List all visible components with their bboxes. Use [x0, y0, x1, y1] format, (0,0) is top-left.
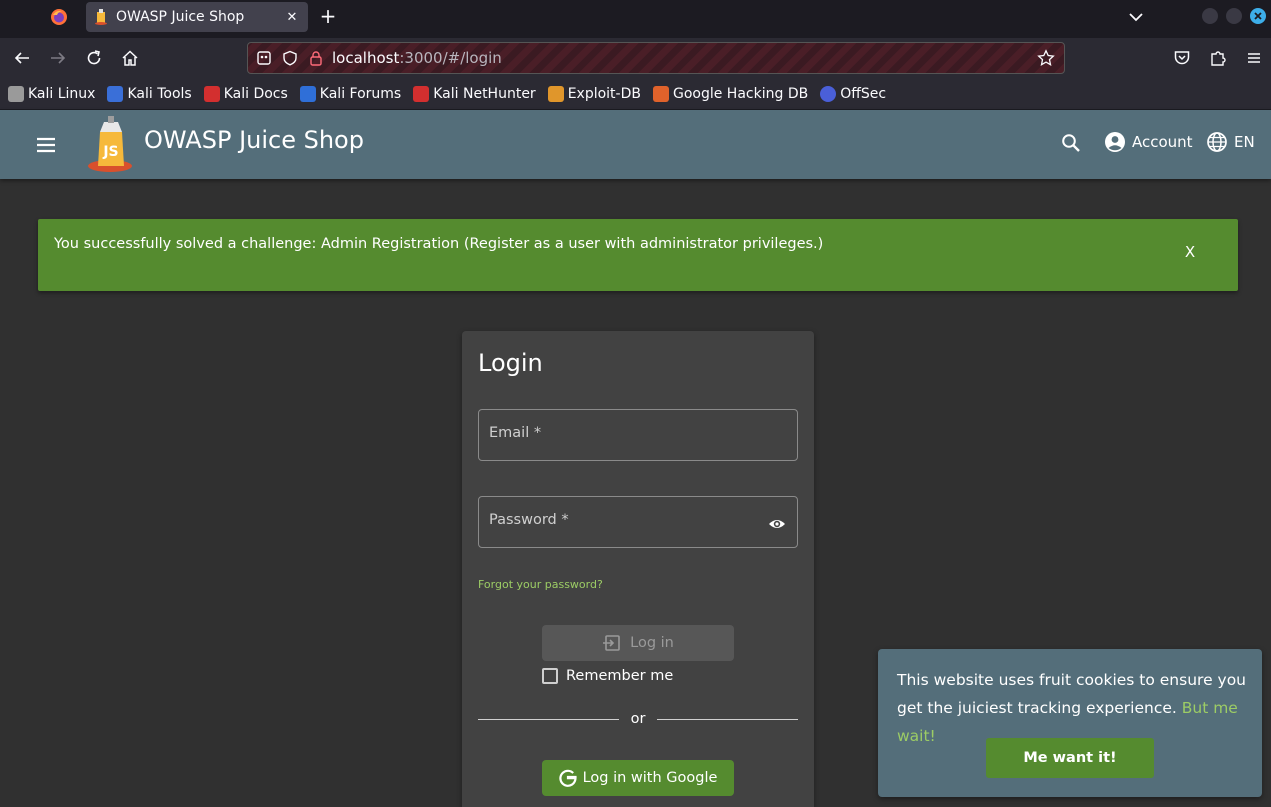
pocket-button[interactable]: [1170, 46, 1194, 70]
divider-text: or: [630, 711, 646, 727]
account-menu-button[interactable]: Account: [1104, 128, 1193, 156]
home-icon: [122, 50, 138, 66]
tab-title: OWASP Juice Shop: [116, 9, 245, 25]
insecure-lock-icon[interactable]: [306, 48, 326, 68]
firefox-icon: [51, 9, 67, 25]
divider-line: [657, 718, 798, 720]
email-label: Email *: [489, 425, 542, 441]
svg-text:JS: JS: [102, 144, 118, 160]
cookie-accept-button[interactable]: Me want it!: [986, 738, 1154, 778]
extensions-button[interactable]: [1206, 46, 1230, 70]
bookmarks-toolbar: Kali Linux Kali Tools Kali Docs Kali For…: [0, 78, 1271, 110]
new-tab-button[interactable]: +: [316, 4, 340, 30]
bookmark-offsec[interactable]: OffSec: [820, 85, 886, 102]
google-login-button[interactable]: Log in with Google: [542, 760, 734, 796]
privacy-mask-icon[interactable]: [254, 48, 274, 68]
login-card: Login Email * Password * Forgot your pas…: [462, 331, 814, 807]
menu-icon: [37, 137, 55, 153]
app-title[interactable]: OWASP Juice Shop: [144, 126, 364, 154]
login-button-label: Log in: [630, 635, 674, 651]
notification-text: You successfully solved a challenge: Adm…: [54, 236, 824, 252]
ghdb-icon: [652, 85, 669, 102]
notification-close-button[interactable]: X: [1178, 243, 1202, 265]
home-button[interactable]: [118, 46, 142, 70]
bookmark-exploit-db[interactable]: Exploit-DB: [547, 85, 641, 102]
page-title: Login: [478, 349, 543, 377]
bookmark-kali-nethunter[interactable]: Kali NetHunter: [413, 85, 536, 102]
bookmark-kali-linux[interactable]: Kali Linux: [8, 85, 95, 102]
puzzle-icon: [1211, 51, 1226, 66]
shield-icon[interactable]: [280, 48, 300, 68]
kali-forums-icon: [299, 85, 316, 102]
kali-nethunter-icon: [413, 85, 430, 102]
kali-tools-icon: [107, 85, 124, 102]
arrow-left-icon: [14, 52, 29, 64]
sidenav-menu-button[interactable]: [30, 130, 62, 160]
password-label: Password *: [489, 512, 569, 528]
forgot-password-link[interactable]: Forgot your password?: [478, 578, 603, 591]
window-minimize-button[interactable]: [1202, 8, 1218, 24]
firefox-view-button[interactable]: [40, 2, 78, 32]
back-button[interactable]: [10, 46, 34, 70]
app-menu-button[interactable]: [1242, 46, 1266, 70]
remember-me-label: Remember me: [566, 668, 674, 684]
exploit-db-icon: [547, 85, 564, 102]
close-icon: [1254, 12, 1262, 20]
window-maximize-button[interactable]: [1226, 8, 1242, 24]
password-field[interactable]: Password *: [478, 496, 798, 548]
browser-navigation-bar: localhost:3000/#/login: [0, 38, 1271, 78]
reload-icon: [87, 50, 101, 65]
search-button[interactable]: [1058, 130, 1084, 156]
bookmark-star-icon[interactable]: [1034, 46, 1058, 70]
offsec-icon: [820, 85, 837, 102]
kali-dragon-icon: [8, 85, 24, 102]
juice-shop-logo-icon: JS: [88, 116, 132, 172]
eye-icon[interactable]: [767, 514, 787, 534]
google-icon: [558, 769, 577, 787]
globe-icon: [1207, 132, 1227, 152]
checkbox-box[interactable]: [542, 668, 558, 684]
account-circle-icon: [1105, 132, 1125, 152]
account-label: Account: [1132, 133, 1193, 151]
cookie-consent-banner: This website uses fruit cookies to ensur…: [878, 649, 1262, 797]
bookmark-google-hacking-db[interactable]: Google Hacking DB: [652, 85, 808, 102]
tab-juice-shop[interactable]: OWASP Juice Shop ✕: [86, 2, 308, 32]
forward-button[interactable]: [46, 46, 70, 70]
google-login-label: Log in with Google: [582, 770, 718, 786]
hamburger-icon: [1248, 53, 1260, 63]
tab-close-icon[interactable]: ✕: [284, 10, 300, 25]
reload-button[interactable]: [82, 46, 106, 70]
language-label: EN: [1234, 133, 1255, 151]
or-divider: or: [478, 709, 798, 729]
juice-shop-logo[interactable]: JS: [86, 116, 138, 174]
language-menu-button[interactable]: EN: [1206, 128, 1255, 156]
login-button[interactable]: Log in: [542, 625, 734, 661]
url-text: localhost:3000/#/login: [332, 49, 502, 67]
browser-tab-strip: OWASP Juice Shop ✕ +: [0, 0, 1271, 38]
email-field[interactable]: Email *: [478, 409, 798, 461]
bookmark-kali-docs[interactable]: Kali Docs: [203, 85, 288, 102]
chevron-down-icon: [1129, 13, 1143, 22]
kali-docs-icon: [203, 85, 220, 102]
list-all-tabs-button[interactable]: [1124, 6, 1148, 28]
arrow-right-icon: [51, 52, 66, 64]
challenge-solved-notification: You successfully solved a challenge: Adm…: [38, 219, 1238, 291]
window-close-button[interactable]: [1250, 8, 1266, 24]
bookmark-kali-tools[interactable]: Kali Tools: [107, 85, 192, 102]
app-toolbar: JS OWASP Juice Shop Account EN: [0, 110, 1271, 179]
remember-me-checkbox[interactable]: Remember me: [542, 668, 673, 684]
juice-shop-favicon: [95, 9, 107, 25]
divider-line: [478, 718, 619, 720]
search-icon: [1062, 134, 1080, 152]
bookmark-kali-forums[interactable]: Kali Forums: [299, 85, 401, 102]
url-bar[interactable]: localhost:3000/#/login: [247, 42, 1065, 74]
login-icon: [603, 635, 620, 651]
pocket-icon: [1174, 51, 1190, 65]
